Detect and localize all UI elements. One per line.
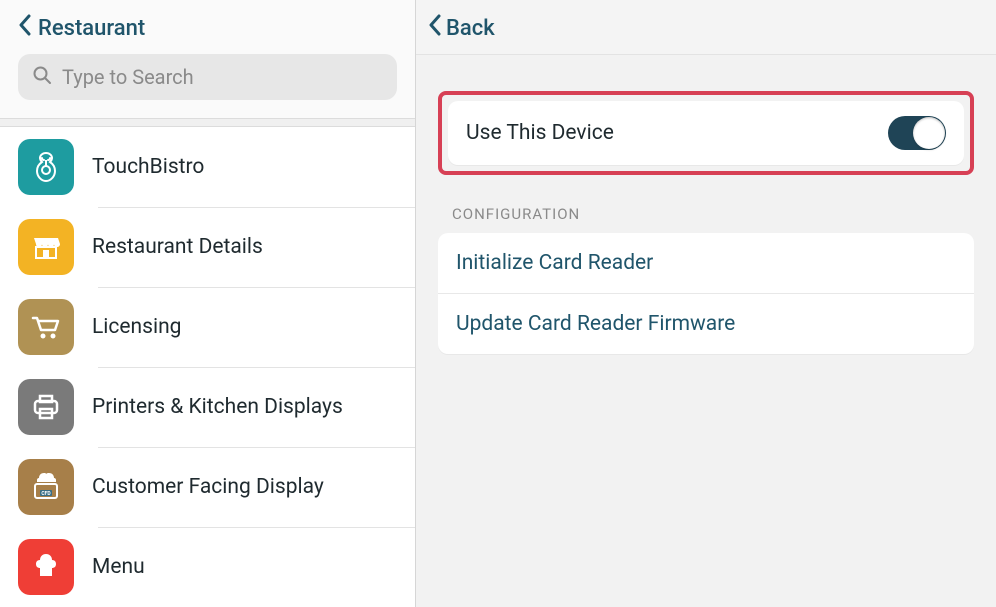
- sidebar-header: Restaurant: [0, 0, 415, 54]
- sidebar-item-label: Menu: [92, 555, 145, 579]
- sidebar-item-restaurant-details[interactable]: Restaurant Details: [0, 207, 415, 287]
- main-back-label: Back: [446, 16, 495, 41]
- use-this-device-toggle[interactable]: [888, 116, 946, 150]
- main-header: Back: [416, 0, 996, 55]
- sidebar-item-label: Printers & Kitchen Displays: [92, 395, 343, 419]
- storefront-icon: [18, 219, 74, 275]
- touchbistro-icon: [18, 139, 74, 195]
- svg-text:CFD: CFD: [41, 491, 51, 497]
- printer-icon: [18, 379, 74, 435]
- sidebar-item-licensing[interactable]: Licensing: [0, 287, 415, 367]
- chevron-left-icon: [428, 14, 442, 42]
- toggle-knob: [913, 117, 945, 149]
- sidebar-item-cfd[interactable]: CFD Customer Facing Display: [0, 447, 415, 527]
- main-body: Use This Device CONFIGURATION Initialize…: [416, 55, 996, 354]
- main-back-button[interactable]: Back: [428, 14, 495, 42]
- use-this-device-row: Use This Device: [448, 101, 964, 165]
- cart-icon: [18, 299, 74, 355]
- update-firmware-link[interactable]: Update Card Reader Firmware: [438, 293, 974, 354]
- chevron-left-icon: [18, 14, 32, 42]
- cfd-icon: CFD: [18, 459, 74, 515]
- sidebar-item-label: Licensing: [92, 315, 181, 339]
- main-panel: Back Use This Device CONFIGURATION Initi…: [416, 0, 996, 607]
- use-this-device-label: Use This Device: [466, 121, 614, 145]
- sidebar-item-label: Restaurant Details: [92, 235, 263, 259]
- sidebar-item-label: Customer Facing Display: [92, 475, 324, 499]
- search-wrap: Type to Search: [0, 54, 415, 118]
- sidebar-back-label: Restaurant: [38, 16, 145, 41]
- sidebar-item-printers[interactable]: Printers & Kitchen Displays: [0, 367, 415, 447]
- search-icon: [32, 65, 52, 90]
- sidebar: Restaurant Type to Search TouchBistro Re…: [0, 0, 416, 607]
- sidebar-item-menu[interactable]: Menu: [0, 527, 415, 607]
- sidebar-divider: [0, 118, 415, 127]
- sidebar-list: TouchBistro Restaurant Details Licensing…: [0, 127, 415, 607]
- search-input[interactable]: Type to Search: [18, 54, 397, 100]
- configuration-group: Initialize Card Reader Update Card Reade…: [438, 233, 974, 354]
- highlight-frame: Use This Device: [438, 91, 974, 175]
- chef-icon: [18, 539, 74, 595]
- search-placeholder: Type to Search: [62, 65, 194, 89]
- initialize-card-reader-link[interactable]: Initialize Card Reader: [438, 233, 974, 293]
- sidebar-item-label: TouchBistro: [92, 155, 204, 179]
- configuration-section-header: CONFIGURATION: [438, 205, 974, 233]
- sidebar-item-touchbistro[interactable]: TouchBistro: [0, 127, 415, 207]
- sidebar-back-button[interactable]: Restaurant: [18, 14, 145, 42]
